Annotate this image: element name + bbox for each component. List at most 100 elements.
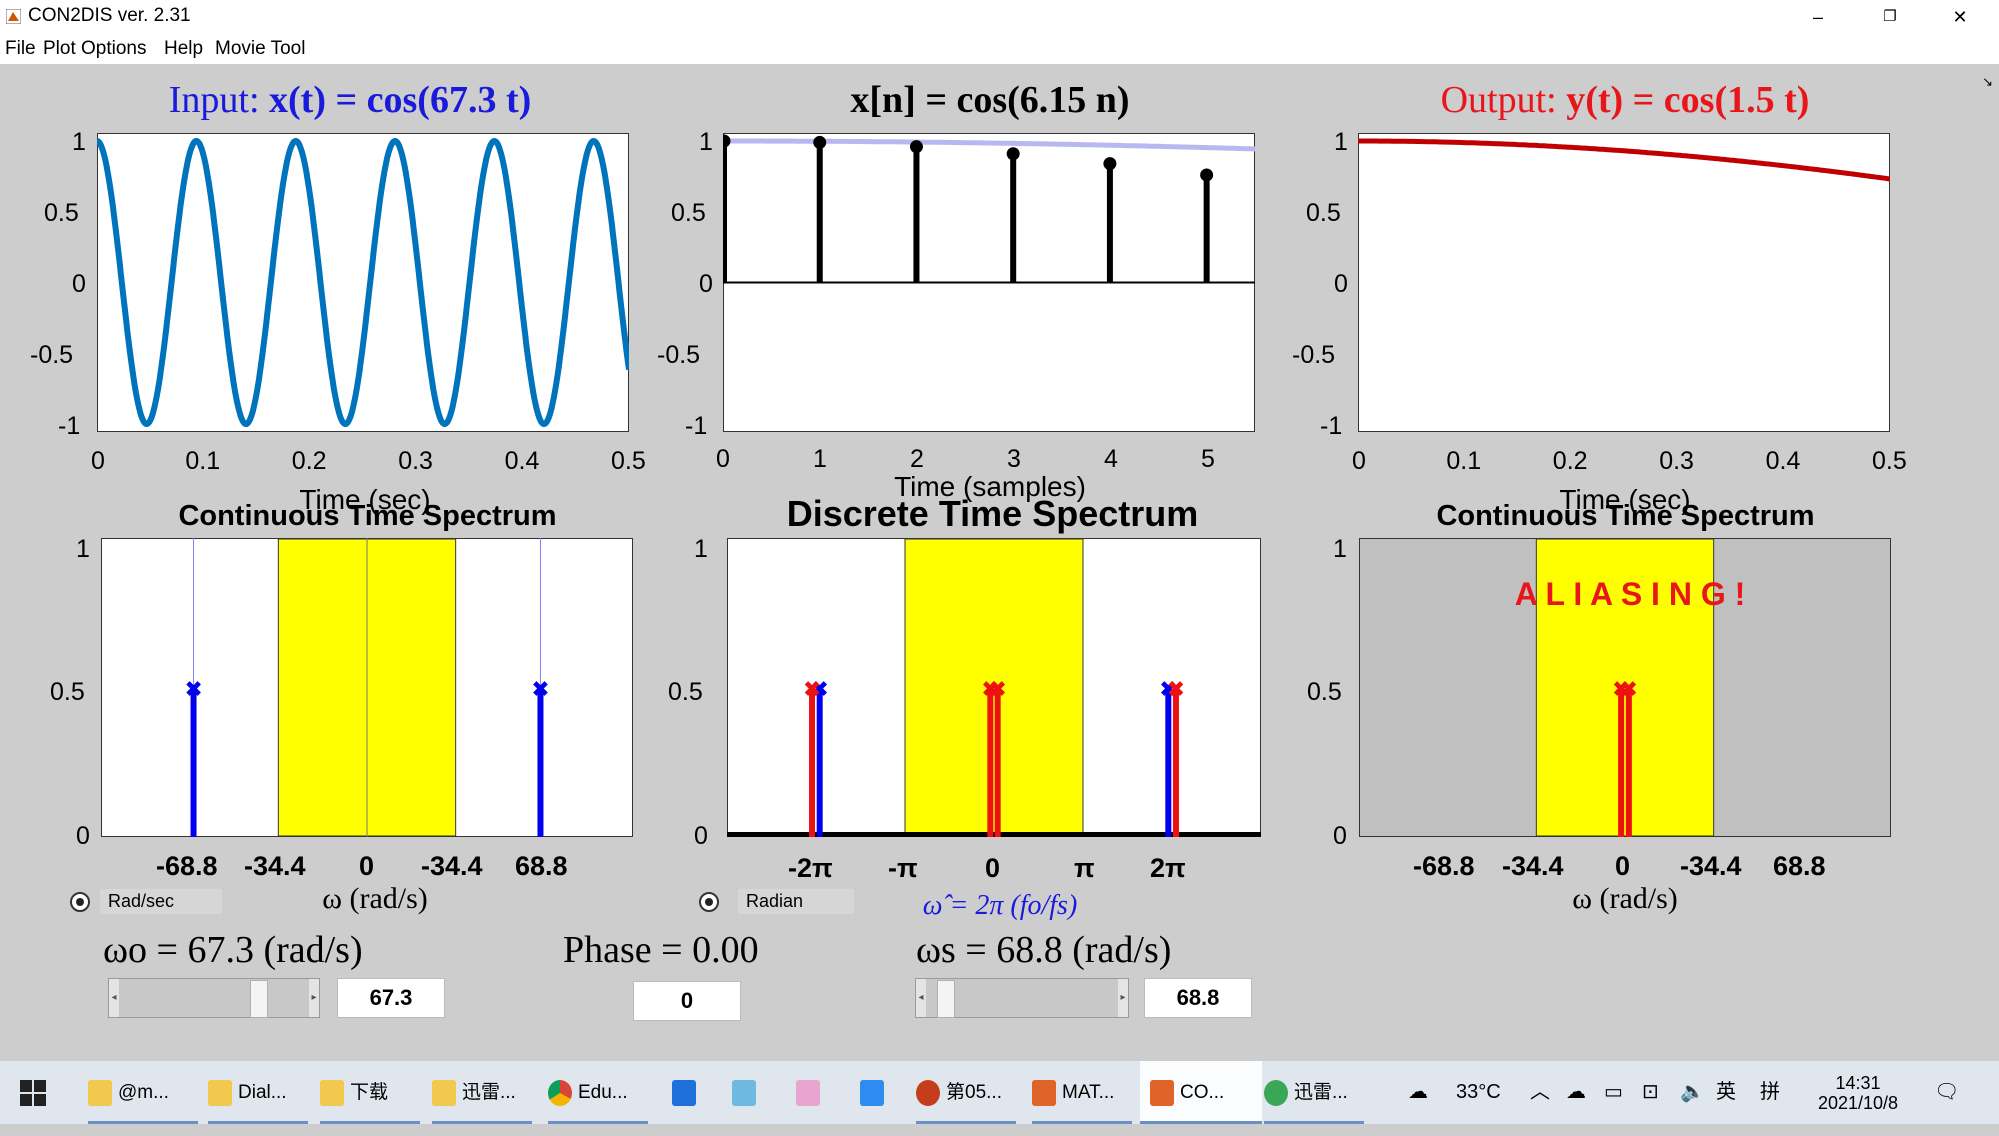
omega-s-input[interactable]: 68.8 [1144,978,1252,1018]
matlab-figure-icon [1150,1079,1174,1106]
x-tick-label: 0.2 [291,447,327,475]
input-plot-title: Input: x(t) = cos(67.3 t) [168,79,532,121]
menu-help[interactable]: Help [164,38,203,60]
taskbar-item-chrome[interactable]: Edu... [548,1061,648,1124]
x-tick-label: -π [888,853,918,883]
notification-icon[interactable]: 🗨 [1934,1061,1959,1124]
ime-language[interactable]: 英 [1716,1061,1736,1124]
omega-s-slider[interactable]: ◂ ▸ [915,978,1129,1018]
y-tick-label: -1 [58,412,81,440]
chrome-icon [548,1079,572,1106]
x-tick-label: -34.4 [1502,851,1564,881]
slider-right-arrow-icon[interactable]: ▸ [1118,979,1128,1017]
ct-spectrum-in-xlabel: ω (rad/s) [322,882,428,915]
weather-temperature[interactable]: 33°C [1456,1061,1501,1124]
ct-spectrum-in-plot: ✖ ✖ [101,538,633,837]
taskbar-item-downloads[interactable]: 下载 [320,1061,420,1124]
omega-s-label: ωs = 68.8 (rad/s) [916,929,1172,971]
clock-date: 2021/10/8 [1817,1093,1899,1113]
input-time-plot [97,133,629,432]
radian-label[interactable]: Radian [738,889,854,914]
omega-s-slider-thumb[interactable] [936,980,955,1018]
x-tick-label: -68.8 [156,851,218,881]
phase-input[interactable]: 0 [633,981,741,1021]
x-tick-label: 2π [1150,853,1186,883]
y-tick-label: 1 [1334,128,1348,156]
weather-icon[interactable]: ☁ [1408,1061,1428,1124]
taskbar-item-xunlei[interactable]: 迅雷... [1264,1061,1364,1124]
y-tick-label: 1 [1333,535,1347,563]
x-tick-label: 4 [1104,445,1118,473]
app-icon [860,1079,884,1106]
restore-button[interactable]: ❐ [1868,3,1912,31]
output-time-plot [1358,133,1890,432]
menu-movie-tool[interactable]: Movie Tool [215,38,305,60]
y-tick-label: 0 [1334,270,1348,298]
spectrum-marker: ✖ [1167,678,1185,703]
matlab-app-icon [6,9,21,24]
omega-o-input[interactable]: 67.3 [337,978,445,1018]
x-tick-label: -2π [788,853,833,883]
slider-right-arrow-icon[interactable]: ▸ [309,979,319,1017]
windows-start-icon[interactable] [20,1061,56,1124]
slider-left-arrow-icon[interactable]: ◂ [109,979,119,1017]
slider-left-arrow-icon[interactable]: ◂ [916,979,926,1017]
stem-marker [1006,147,1020,161]
clock-time: 14:31 [1835,1073,1881,1093]
y-tick-label: 1 [699,128,713,156]
minimize-button[interactable]: – [1796,3,1840,31]
show-hidden-icons[interactable]: ︿ [1530,1061,1550,1124]
folder-icon [432,1079,456,1106]
taskbar-item-app-2[interactable] [732,1061,766,1124]
rad-sec-radio[interactable] [70,892,90,912]
y-tick-label: 0 [1333,822,1347,850]
x-tick-label: 0.1 [185,447,221,475]
menu-plot-options[interactable]: Plot Options [43,38,147,60]
menu-file[interactable]: File [5,38,36,60]
omega-o-slider[interactable]: ◂ ▸ [108,978,320,1018]
taskbar-item-app-1[interactable] [672,1061,706,1124]
close-button[interactable]: ✕ [1938,3,1982,31]
rad-sec-label[interactable]: Rad/sec [100,889,222,914]
dock-arrow-icon[interactable]: ↘ [1982,74,1993,90]
taskbar-item-feishu[interactable] [860,1061,894,1124]
dt-spectrum-title: Discrete Time Spectrum [786,493,1199,534]
y-tick-label: -1 [1320,412,1343,440]
stem-marker [909,140,923,154]
y-tick-label: -0.5 [30,341,74,369]
y-tick-label: 0 [694,822,708,850]
taskbar-item-folder-2[interactable]: Dial... [208,1061,308,1124]
taskbar: @m... Dial... 下载 迅雷... Edu... 第05... MAT… [0,1061,1999,1124]
taskbar-item-paint[interactable] [796,1061,830,1124]
output-plot-title: Output: y(t) = cos(1.5 t) [1440,79,1810,121]
window-title: CON2DIS ver. 2.31 [28,5,191,26]
ct-spectrum-out-xlabel: ω (rad/s) [1572,882,1678,915]
x-tick-label: 0 [985,853,1001,883]
x-tick-label: 0.4 [504,447,540,475]
y-tick-label: 0 [72,270,86,298]
taskbar-item-con2dis[interactable]: CO... [1140,1061,1262,1124]
x-tick-label: -34.4 [1680,851,1742,881]
taskbar-item-folder-3[interactable]: 迅雷... [432,1061,532,1124]
taskbar-item-folder-1[interactable]: @m... [88,1061,198,1124]
y-tick-label: 0.5 [1306,199,1341,227]
x-tick-label: 2 [910,445,924,473]
volume-muted-icon[interactable]: 🔈 [1680,1061,1705,1124]
stem-marker [1103,157,1117,171]
x-tick-label: 0 [1352,447,1366,475]
battery-icon[interactable]: ▭ [1604,1061,1623,1124]
stem-marker [1200,168,1214,182]
onedrive-icon[interactable]: ☁ [1566,1061,1586,1124]
radian-radio[interactable] [699,892,719,912]
y-tick-label: -0.5 [657,341,701,369]
ime-mode[interactable]: 拼 [1760,1061,1780,1124]
network-icon[interactable]: ⊡ [1642,1061,1659,1124]
spectrum-marker: ✖ [803,678,821,703]
x-tick-label: 0.5 [611,447,646,475]
taskbar-item-powerpoint[interactable]: 第05... [916,1061,1016,1124]
app-icon [672,1079,696,1106]
omega-o-label: ωo = 67.3 (rad/s) [103,929,363,971]
taskbar-item-matlab[interactable]: MAT... [1032,1061,1132,1124]
clock[interactable]: 14:31 2021/10/8 [1812,1061,1904,1136]
omega-o-slider-thumb[interactable] [249,980,268,1018]
